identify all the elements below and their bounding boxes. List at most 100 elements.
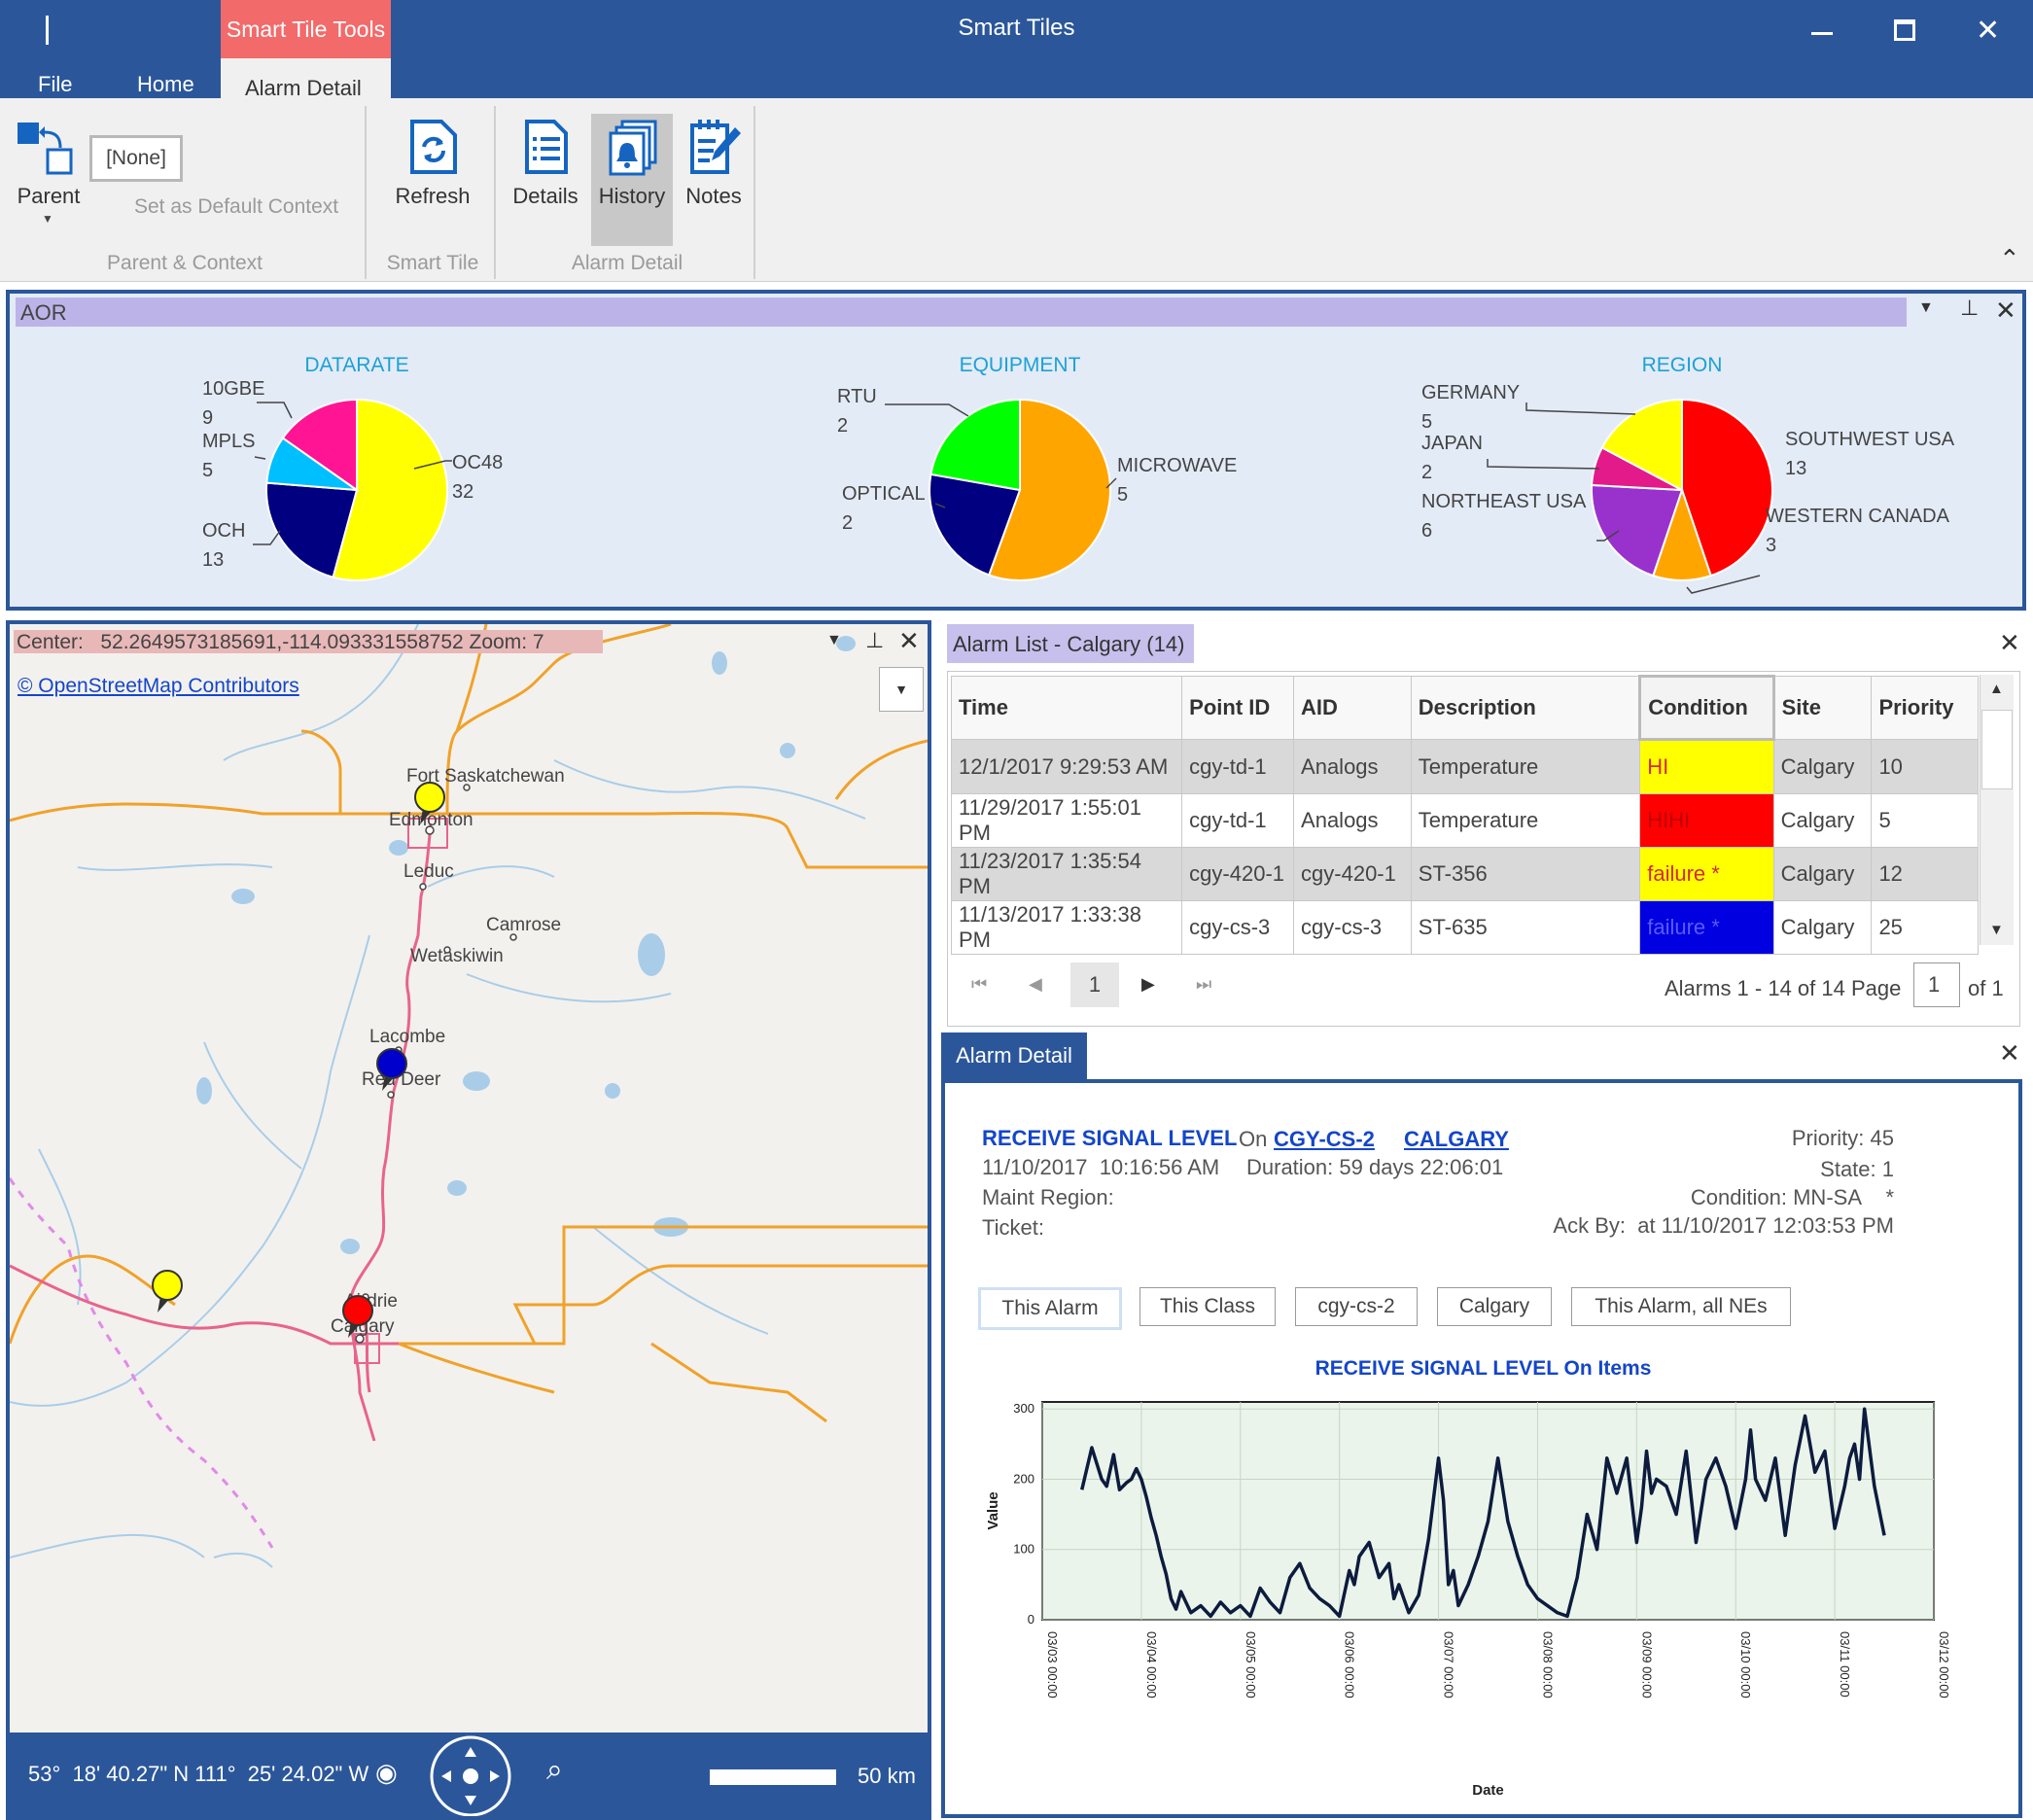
collapse-ribbon-icon[interactable]: ⌃ bbox=[1999, 244, 2020, 274]
alarm-condition-flag: * bbox=[1885, 1185, 1894, 1209]
details-icon[interactable] bbox=[523, 118, 570, 176]
pie-value: 5 bbox=[1117, 484, 1128, 506]
x-tick-label: 03/11 00:00 bbox=[1838, 1631, 1852, 1698]
alarm-point-link[interactable]: RECEIVE SIGNAL LEVEL bbox=[982, 1126, 1237, 1151]
x-tick-label: 03/08 00:00 bbox=[1540, 1631, 1555, 1698]
pie-value: 2 bbox=[1421, 462, 1432, 483]
maximize-icon[interactable] bbox=[1894, 19, 1915, 41]
map-attribution-link[interactable]: © OpenStreetMap Contributors bbox=[18, 675, 299, 698]
table-row[interactable]: 11/23/2017 1:35:54 PM cgy-420-1 cgy-420-1 S… bbox=[950, 847, 1979, 901]
alarm-table: Time Point ID AID Description Condition Site P… bbox=[950, 675, 1979, 955]
pie-value: 13 bbox=[202, 549, 224, 571]
ne-link[interactable]: CGY-CS-2 bbox=[1274, 1127, 1375, 1152]
details-button-label[interactable]: Details bbox=[502, 184, 589, 209]
minimize-icon[interactable] bbox=[1811, 32, 1833, 35]
pie-leader-line bbox=[253, 530, 281, 545]
scroll-thumb[interactable] bbox=[1981, 710, 2013, 789]
cell-aid: cgy-420-1 bbox=[1293, 847, 1412, 901]
parent-button-label[interactable]: Parent bbox=[10, 184, 88, 209]
this-class-button[interactable]: This Class bbox=[1139, 1287, 1276, 1326]
pie-leader-line bbox=[254, 456, 266, 460]
pie-slice-rtu[interactable] bbox=[929, 398, 1021, 492]
refresh-icon[interactable] bbox=[408, 118, 459, 176]
cell-aid: Analogs bbox=[1293, 793, 1412, 848]
alarm-condition: Condition: MN-SA bbox=[1690, 1185, 1862, 1209]
map-label: Wetaskiwin bbox=[410, 946, 504, 966]
ribbon-separator bbox=[365, 106, 367, 279]
cell-site: Calgary bbox=[1772, 900, 1873, 955]
cell-desc: ST-356 bbox=[1410, 847, 1641, 901]
prev-page-icon[interactable]: ◀ bbox=[1029, 974, 1042, 995]
notes-icon[interactable] bbox=[688, 118, 741, 176]
cell-priority: 25 bbox=[1871, 900, 1979, 955]
pin-icon[interactable]: ⊥ bbox=[865, 628, 884, 653]
y-tick-label: 100 bbox=[1013, 1542, 1034, 1557]
column-header-priority[interactable]: Priority bbox=[1871, 676, 1979, 740]
history-icon[interactable] bbox=[607, 118, 661, 178]
pie-label: NORTHEAST USA bbox=[1421, 491, 1587, 512]
column-header-description[interactable]: Description bbox=[1410, 676, 1641, 740]
tab-file[interactable]: File bbox=[38, 72, 72, 97]
cell-aid: cgy-cs-3 bbox=[1293, 900, 1412, 955]
cell-desc: ST-635 bbox=[1410, 900, 1641, 955]
chevron-down-icon[interactable]: ▼ bbox=[42, 212, 53, 226]
map-canvas[interactable]: Fort Saskatchewan Edmonton Leduc Camrose… bbox=[10, 624, 928, 1816]
context-value-box[interactable]: [None] bbox=[89, 135, 183, 182]
pie-leader-line bbox=[1487, 459, 1600, 470]
alarm-duration: Duration: 59 days 22:06:01 bbox=[1246, 1155, 1504, 1179]
cell-priority: 12 bbox=[1871, 847, 1979, 901]
this-alarm-all-nes-button[interactable]: This Alarm, all NEs bbox=[1571, 1287, 1791, 1326]
eye-icon[interactable]: ◉ bbox=[375, 1758, 398, 1788]
current-page-button[interactable]: 1 bbox=[1070, 962, 1119, 1007]
column-header-condition[interactable]: Condition bbox=[1638, 675, 1775, 741]
table-row[interactable]: 11/13/2017 1:33:38 PM cgy-cs-3 cgy-cs-3 ST-… bbox=[950, 900, 1979, 955]
pie-value: 13 bbox=[1785, 458, 1806, 479]
cell-time: 11/29/2017 1:55:01 PM bbox=[950, 793, 1183, 848]
first-page-icon[interactable]: ⏮ bbox=[971, 974, 987, 995]
site-filter-button[interactable]: Calgary bbox=[1437, 1287, 1552, 1326]
close-icon[interactable]: ✕ bbox=[1999, 628, 2020, 658]
cell-point: cgy-td-1 bbox=[1181, 739, 1295, 794]
alarm-list-title: Alarm List - Calgary (14) bbox=[953, 632, 1185, 656]
pan-control-icon[interactable] bbox=[430, 1735, 511, 1817]
on-label: On bbox=[1239, 1127, 1268, 1151]
map-panel[interactable]: Fort Saskatchewan Edmonton Leduc Camrose… bbox=[6, 620, 931, 1820]
refresh-button-label[interactable]: Refresh bbox=[384, 184, 481, 209]
notes-button-label[interactable]: Notes bbox=[675, 184, 753, 209]
scroll-down-icon[interactable]: ▼ bbox=[1989, 922, 2004, 938]
group-label-smart-tile: Smart Tile bbox=[386, 252, 479, 274]
close-icon[interactable]: ✕ bbox=[898, 626, 920, 656]
site-link[interactable]: CALGARY bbox=[1404, 1127, 1509, 1152]
alarm-detail-tab: Alarm Detail bbox=[941, 1032, 1087, 1079]
cell-time: 11/13/2017 1:33:38 PM bbox=[950, 900, 1183, 955]
column-header-time[interactable]: Time bbox=[950, 676, 1183, 740]
alarm-ack: Ack By: at 11/10/2017 12:03:53 PM bbox=[1553, 1213, 1894, 1238]
column-header-point-id[interactable]: Point ID bbox=[1181, 676, 1295, 740]
cell-point: cgy-td-1 bbox=[1181, 793, 1295, 848]
page-input[interactable]: 1 bbox=[1913, 962, 1960, 1007]
y-tick-label: 0 bbox=[1028, 1612, 1034, 1627]
pie-leader-line bbox=[885, 403, 969, 417]
column-header-aid[interactable]: AID bbox=[1293, 676, 1412, 740]
chevron-down-icon[interactable]: ▼ bbox=[826, 632, 842, 649]
table-row[interactable]: 11/29/2017 1:55:01 PM cgy-td-1 Analogs Temp… bbox=[950, 793, 1979, 848]
pie-chart-title: REGION bbox=[1642, 354, 1723, 376]
table-row[interactable]: 12/1/2017 9:29:53 AM cgy-td-1 Analogs Tempe… bbox=[950, 739, 1979, 794]
search-icon[interactable]: ⌕ bbox=[546, 1754, 563, 1787]
close-icon[interactable]: ✕ bbox=[1999, 1038, 2020, 1068]
history-button-label[interactable]: History bbox=[589, 184, 675, 209]
scroll-up-icon[interactable]: ▲ bbox=[1989, 681, 2004, 697]
ne-filter-button[interactable]: cgy-cs-2 bbox=[1295, 1287, 1418, 1326]
tab-home[interactable]: Home bbox=[137, 72, 194, 97]
this-alarm-button[interactable]: This Alarm bbox=[978, 1287, 1122, 1330]
cell-desc: Temperature bbox=[1410, 793, 1641, 848]
close-icon[interactable]: ✕ bbox=[1976, 14, 2000, 48]
column-header-site[interactable]: Site bbox=[1772, 676, 1873, 740]
x-tick-label: 03/04 00:00 bbox=[1144, 1631, 1159, 1698]
last-page-icon[interactable]: ⏭ bbox=[1196, 974, 1211, 995]
pager-summary: Alarms 1 - 14 of 14 Page bbox=[1665, 976, 1902, 1000]
parent-icon[interactable] bbox=[16, 121, 76, 177]
set-default-context-button[interactable]: Set as Default Context bbox=[134, 195, 338, 219]
next-page-icon[interactable]: ▶ bbox=[1141, 974, 1155, 995]
map-layer-dropdown[interactable]: ▼ bbox=[879, 667, 924, 712]
